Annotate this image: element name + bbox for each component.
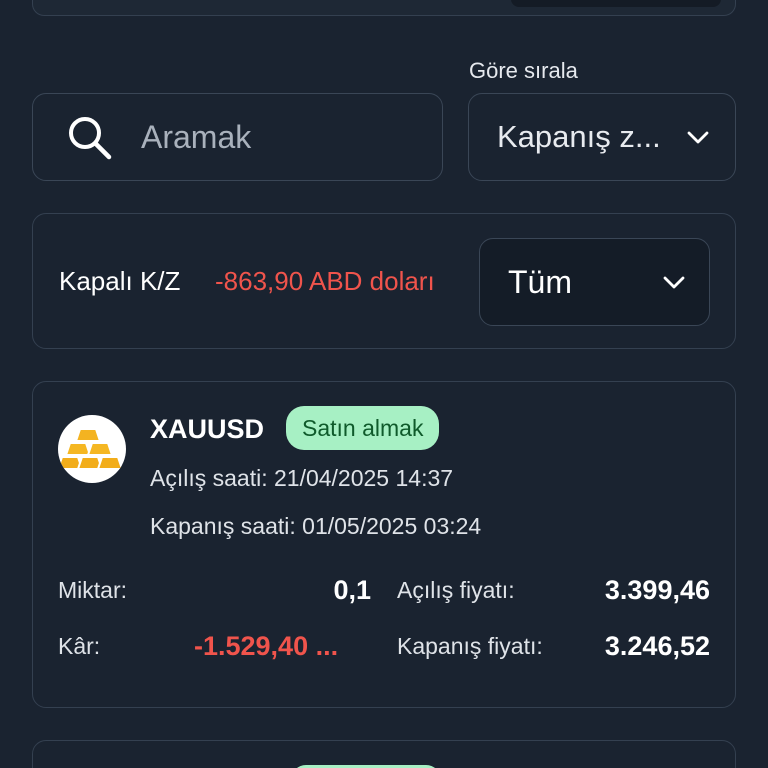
previous-card bbox=[32, 0, 736, 16]
chevron-down-icon bbox=[663, 276, 685, 289]
open-price-label: Açılış fiyatı: bbox=[397, 577, 515, 603]
gold-bars-icon bbox=[58, 415, 126, 483]
trade-symbol: XAUUSD bbox=[150, 414, 265, 444]
close-price-label: Kapanış fiyatı: bbox=[397, 633, 543, 659]
closed-pl-label: Kapalı K/Z bbox=[59, 266, 181, 296]
filter-select[interactable]: Tüm bbox=[479, 238, 710, 326]
closed-pl-card: Kapalı K/Z -863,90 ABD doları Tüm bbox=[32, 213, 736, 349]
search-input[interactable] bbox=[141, 118, 421, 156]
search-box[interactable] bbox=[32, 93, 443, 181]
close-price-value: 3.246,52 bbox=[604, 631, 710, 661]
filter-select-value: Tüm bbox=[508, 263, 572, 300]
next-trade-card[interactable] bbox=[32, 740, 736, 768]
close-time: Kapanış saati: 01/05/2025 03:24 bbox=[150, 513, 482, 539]
chevron-down-icon bbox=[687, 131, 709, 144]
open-price-value: 3.399,46 bbox=[604, 575, 710, 605]
buy-badge: Satın almak bbox=[286, 406, 440, 450]
previous-card-segment bbox=[511, 0, 721, 7]
search-icon bbox=[69, 117, 112, 160]
closed-pl-value: -863,90 ABD doları bbox=[215, 266, 435, 296]
profit-label: Kâr: bbox=[58, 633, 101, 659]
open-time: Açılış saati: 21/04/2025 14:37 bbox=[150, 465, 454, 491]
sort-select[interactable]: Kapanış z... bbox=[468, 93, 736, 181]
sort-label: Göre sırala bbox=[469, 58, 578, 83]
quantity-label: Miktar: bbox=[58, 577, 127, 603]
quantity-value: 0,1 bbox=[333, 575, 371, 605]
profit-value: -1.529,40 ... bbox=[194, 631, 339, 661]
sort-select-value: Kapanış z... bbox=[497, 119, 661, 154]
trade-card[interactable]: XAUUSD Satın almak Açılış saati: 21/04/2… bbox=[32, 381, 736, 708]
